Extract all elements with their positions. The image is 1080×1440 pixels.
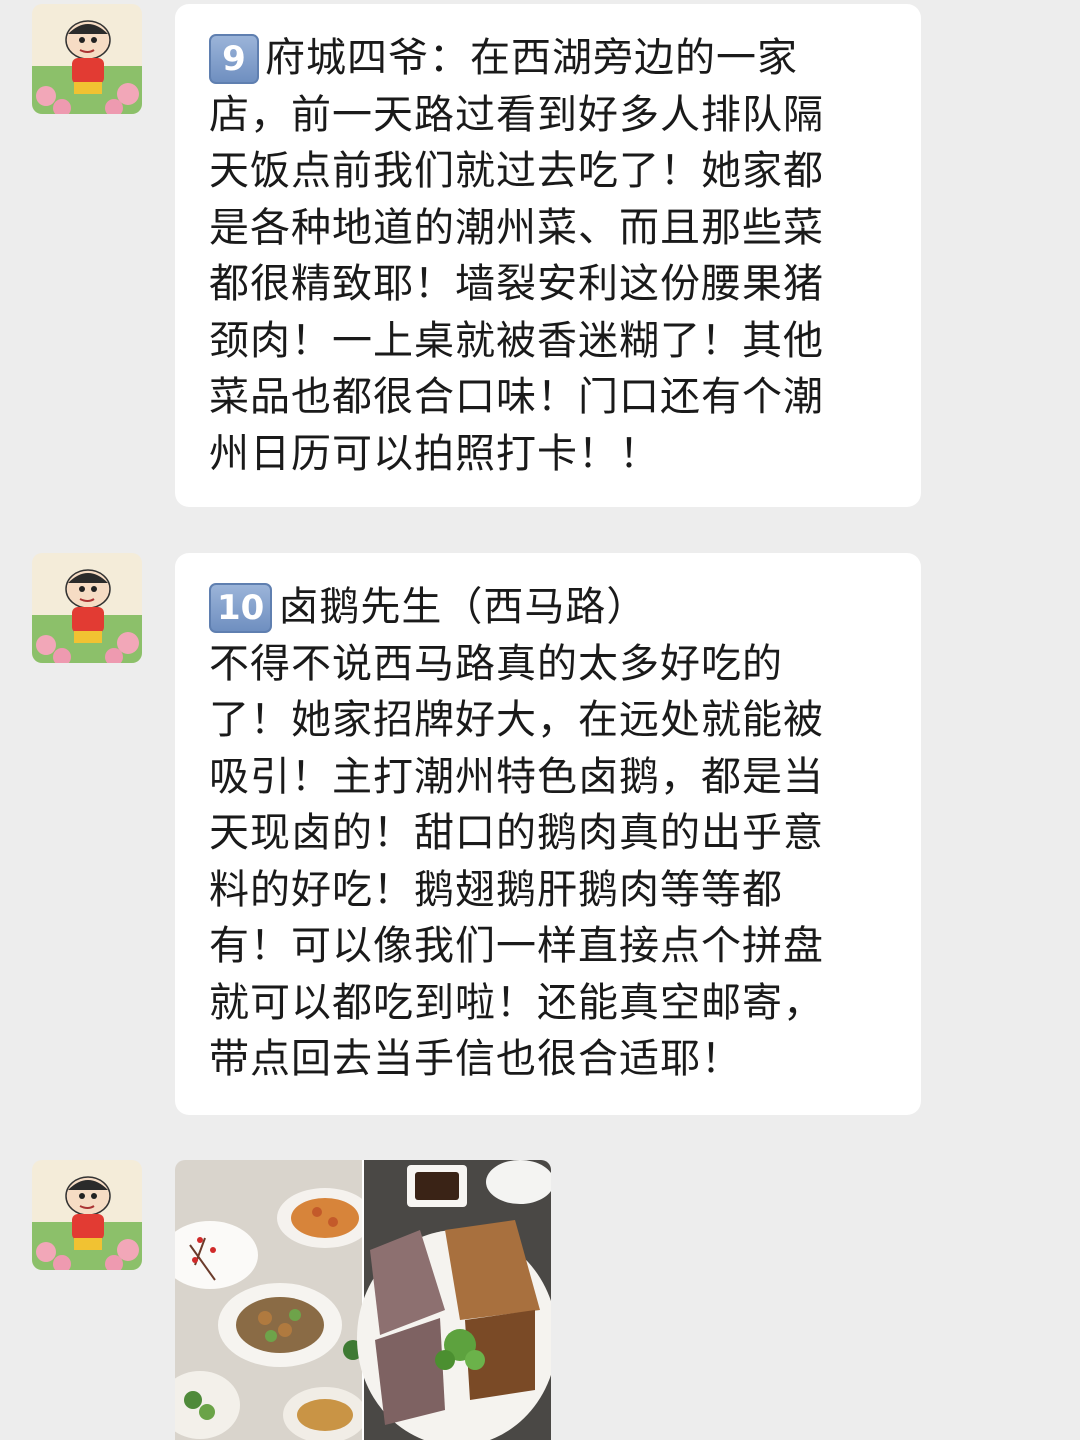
food-photo-collage [175, 1160, 551, 1440]
message-line: 菜品也都很合口味！门口还有个潮 [209, 374, 824, 420]
avatar[interactable] [32, 553, 142, 663]
message-bubble[interactable]: 10 卤鹅先生（西马路） 不得不说西马路真的太多好吃的 了！她家招牌好大，在远处就… [175, 553, 921, 1115]
avatar-image [32, 4, 142, 114]
message-line: 料的好吃！鹅翅鹅肝鹅肉等等都 [209, 866, 783, 913]
message-line: 不得不说西马路真的太多好吃的 [209, 640, 783, 687]
message-line: 卤鹅先生（西马路） [278, 584, 648, 630]
avatar-image [32, 1160, 142, 1270]
message-text: 10 卤鹅先生（西马路） 不得不说西马路真的太多好吃的 了！她家招牌好大，在远处就… [209, 579, 891, 1088]
message-line: 了！她家招牌好大，在远处就能被 [209, 697, 824, 743]
message-line: 带点回去当手信也很合适耶！ [209, 1036, 742, 1082]
number-10-icon: 10 [209, 583, 273, 633]
message-text: 9 府城四爷：在西湖旁边的一家 店，前一天路过看到好多人排队隔 天饭点前我们就过去… [209, 30, 891, 482]
message-line: 有！可以像我们一样直接点个拼盘 [209, 923, 824, 969]
message-line: 府城四爷：在西湖旁边的一家 [265, 35, 798, 81]
photo-message[interactable] [175, 1160, 551, 1440]
avatar[interactable] [32, 4, 142, 114]
avatar-image [32, 553, 142, 663]
message-line: 颈肉！一上桌就被香迷糊了！其他 [209, 317, 824, 364]
message-line: 都很精致耶！墙裂安利这份腰果猪 [209, 261, 824, 307]
message-line: 天饭点前我们就过去吃了！她家都 [209, 148, 824, 194]
message-bubble[interactable]: 9 府城四爷：在西湖旁边的一家 店，前一天路过看到好多人排队隔 天饭点前我们就过去… [175, 4, 921, 507]
message-line: 是各种地道的潮州菜、而且那些菜 [209, 204, 824, 251]
message-line: 就可以都吃到啦！还能真空邮寄， [209, 979, 824, 1026]
number-9-icon: 9 [209, 34, 259, 84]
message-line: 吸引！主打潮州特色卤鹅，都是当 [209, 753, 824, 800]
message-line: 州日历可以拍照打卡！！ [209, 430, 660, 477]
avatar[interactable] [32, 1160, 142, 1270]
message-line: 店，前一天路过看到好多人排队隔 [209, 91, 824, 138]
message-line: 天现卤的！甜口的鹅肉真的出乎意 [209, 810, 824, 856]
